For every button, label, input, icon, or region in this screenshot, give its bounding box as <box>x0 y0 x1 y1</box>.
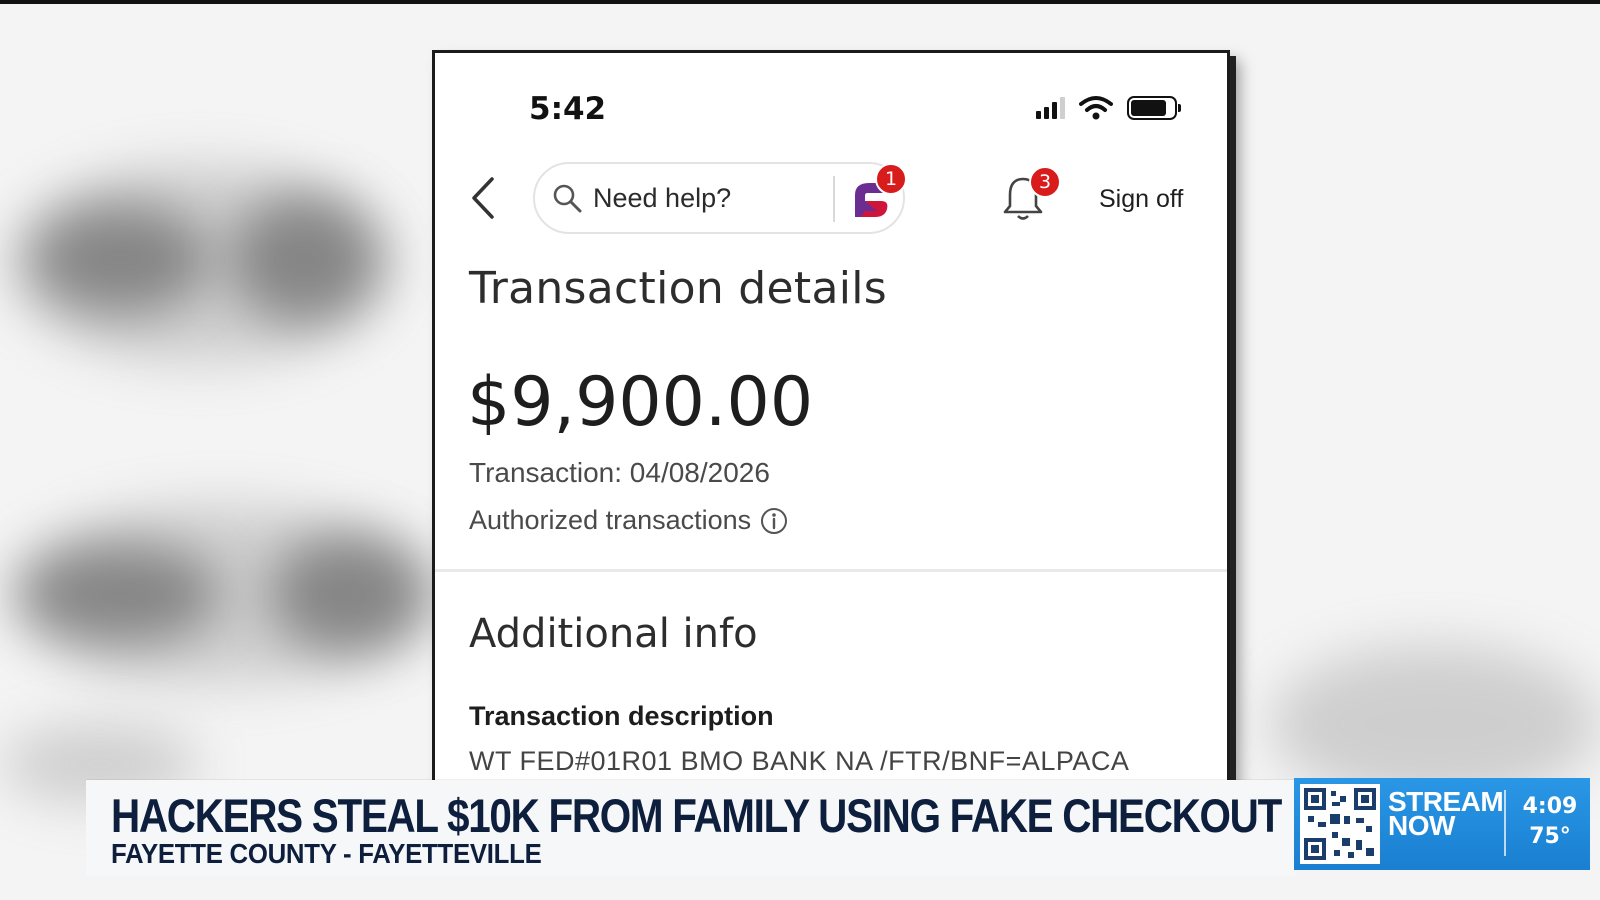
stream-now-label: STREAM NOW <box>1388 788 1504 841</box>
stream-now-bug: STREAM NOW 4:09 75° <box>1294 778 1590 870</box>
transaction-amount: $9,900.00 <box>467 363 814 442</box>
section-divider <box>435 569 1227 572</box>
additional-info-title: Additional info <box>469 611 758 657</box>
transaction-description-label: Transaction description <box>469 701 774 731</box>
battery-icon <box>1127 96 1181 120</box>
stream-label-line2: NOW <box>1388 810 1455 841</box>
news-headline: HACKERS STEAL $10K FROM FAMILY USING FAK… <box>111 789 1282 842</box>
temperature: 75° <box>1529 824 1571 849</box>
signal-icon <box>1036 97 1065 119</box>
status-time: 5:42 <box>529 91 607 127</box>
search-icon <box>551 181 585 215</box>
help-search-field[interactable]: Need help? <box>533 162 905 234</box>
stream-separator <box>1504 790 1506 856</box>
phone-screenshot: 5:42 Need help? 1 3 Sign off Transaction… <box>432 50 1230 790</box>
transaction-description-value: WT FED#01R01 BMO BANK NA /FTR/BNF=ALPACA <box>469 746 1130 776</box>
broadcast-time: 4:09 <box>1522 794 1578 819</box>
wifi-icon <box>1079 96 1113 120</box>
assistant-badge: 1 <box>875 163 907 195</box>
back-chevron-icon <box>472 177 494 219</box>
sign-off-link[interactable]: Sign off <box>1099 185 1183 214</box>
authorized-transactions-label: Authorized transactions <box>469 505 752 535</box>
help-search-label: Need help? <box>593 182 732 213</box>
authorized-transactions-row[interactable]: Authorized transactions <box>469 505 789 536</box>
time-temp: 4:09 75° <box>1514 792 1586 852</box>
info-icon[interactable] <box>759 506 789 536</box>
news-lower-third: HACKERS STEAL $10K FROM FAMILY USING FAK… <box>86 780 1296 876</box>
qr-code-icon <box>1300 784 1380 864</box>
page-title: Transaction details <box>469 263 887 314</box>
status-icons <box>1036 93 1181 123</box>
notifications-badge: 3 <box>1029 166 1061 198</box>
search-divider <box>833 176 835 222</box>
transaction-date: Transaction: 04/08/2026 <box>469 457 770 488</box>
news-location: FAYETTE COUNTY - FAYETTEVILLE <box>111 838 542 869</box>
back-button[interactable] <box>463 173 503 223</box>
